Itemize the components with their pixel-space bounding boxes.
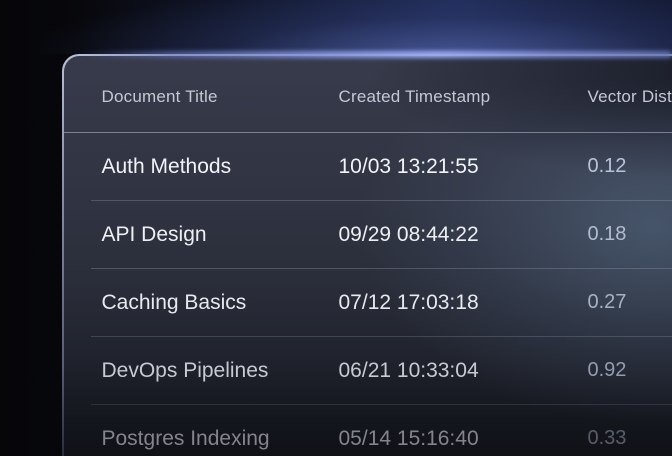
panel-top-edge-glow bbox=[82, 51, 672, 58]
cell-vector-distance: 0.12 bbox=[588, 155, 672, 178]
column-header-document-title: Document Title bbox=[102, 87, 339, 107]
table-row[interactable]: API Design 09/29 08:44:22 0.18 bbox=[64, 201, 672, 269]
documents-table-panel: Document Title Created Timestamp Vector … bbox=[62, 54, 672, 456]
cell-document-title: DevOps Pipelines bbox=[102, 359, 339, 383]
ambient-blue-glow bbox=[40, 0, 672, 54]
cell-document-title: API Design bbox=[102, 223, 339, 247]
cell-created-timestamp: 05/14 15:16:40 bbox=[339, 427, 588, 451]
cell-vector-distance: 0.27 bbox=[588, 291, 672, 314]
cell-vector-distance: 0.18 bbox=[588, 223, 672, 246]
table-row[interactable]: Postgres Indexing 05/14 15:16:40 0.33 bbox=[64, 405, 672, 456]
cell-created-timestamp: 10/03 13:21:55 bbox=[339, 155, 588, 179]
cell-created-timestamp: 06/21 10:33:04 bbox=[339, 359, 588, 383]
cell-created-timestamp: 07/12 17:03:18 bbox=[339, 291, 588, 315]
table-row[interactable]: DevOps Pipelines 06/21 10:33:04 0.92 bbox=[64, 337, 672, 405]
cell-vector-distance: 0.33 bbox=[588, 427, 672, 450]
cell-created-timestamp: 09/29 08:44:22 bbox=[339, 223, 588, 247]
cell-document-title: Auth Methods bbox=[102, 155, 339, 179]
table-row[interactable]: Auth Methods 10/03 13:21:55 0.12 bbox=[64, 133, 672, 201]
cell-vector-distance: 0.92 bbox=[588, 359, 672, 382]
column-header-created-timestamp: Created Timestamp bbox=[339, 87, 588, 107]
documents-table: Document Title Created Timestamp Vector … bbox=[64, 56, 672, 456]
table-row[interactable]: Caching Basics 07/12 17:03:18 0.27 bbox=[64, 269, 672, 337]
cell-document-title: Postgres Indexing bbox=[102, 427, 339, 451]
table-header-row: Document Title Created Timestamp Vector … bbox=[64, 56, 672, 133]
panel-surface: Document Title Created Timestamp Vector … bbox=[64, 56, 672, 456]
cell-document-title: Caching Basics bbox=[102, 291, 339, 315]
column-header-vector-distance: Vector Distance bbox=[588, 87, 672, 107]
